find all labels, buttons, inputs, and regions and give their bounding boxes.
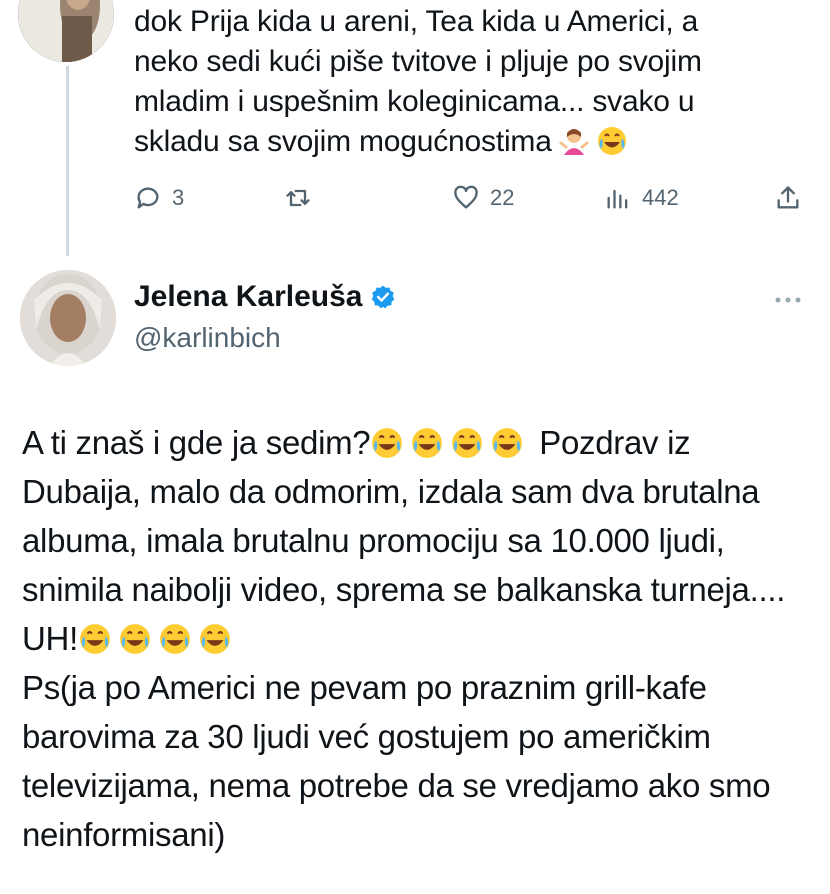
previous-tweet-avatar[interactable] <box>18 0 114 62</box>
person-shrugging-emoji <box>559 129 589 155</box>
previous-tweet-text: dok Prija kida u areni, Tea kida u Ameri… <box>134 2 794 162</box>
previous-tweet-line-text: skladu sa svojim mogućnostima <box>134 125 552 158</box>
tears-of-joy-emoji <box>452 428 483 458</box>
tears-of-joy-emoji <box>200 624 230 654</box>
avatar-image <box>18 0 114 62</box>
views-icon <box>607 189 628 209</box>
emoji-group <box>78 620 238 657</box>
avatar-image <box>20 270 116 366</box>
tears-of-joy-emoji <box>597 127 626 155</box>
tears-of-joy-emoji <box>412 428 443 458</box>
previous-tweet-actions: 3 22 442 <box>134 184 814 224</box>
views-button[interactable]: 442 <box>604 184 679 212</box>
more-options-button[interactable] <box>768 290 808 310</box>
reply-count: 3 <box>172 185 185 210</box>
tears-of-joy-emoji <box>492 428 523 458</box>
author-avatar[interactable] <box>20 270 116 366</box>
share-button[interactable] <box>774 184 802 212</box>
heart-icon <box>454 185 478 209</box>
like-count: 22 <box>490 185 515 210</box>
tears-of-joy-emoji <box>160 624 190 654</box>
previous-tweet-line: dok Prija kida u areni, Tea kida u Ameri… <box>134 5 699 38</box>
author-name[interactable]: Jelena Karleuša <box>134 280 362 314</box>
author-handle[interactable]: @karlinbich <box>134 322 281 354</box>
tears-of-joy-emoji <box>120 624 150 654</box>
emoji-group <box>370 424 530 461</box>
views-count: 442 <box>642 185 679 210</box>
previous-tweet-line: neko sedi kući piše tvitove i pljuje po … <box>134 45 702 78</box>
share-icon <box>777 186 799 209</box>
retweet-button[interactable] <box>284 184 322 212</box>
tears-of-joy-emoji <box>372 428 403 458</box>
previous-tweet-line: skladu sa svojim mogućnostima <box>134 122 794 162</box>
reply-button[interactable]: 3 <box>134 184 184 212</box>
tweet-text-segment: A ti znaš i gde ja sedim? <box>22 424 371 461</box>
more-icon <box>775 297 801 303</box>
tears-of-joy-emoji <box>80 624 110 654</box>
like-button[interactable]: 22 <box>452 184 514 212</box>
thread-connector-line <box>66 66 69 256</box>
previous-tweet-line: mladim i uspešnim koleginicama... svako … <box>134 85 695 118</box>
tweet-text-segment: Ps(ja po Americi ne pevam po praznim gri… <box>22 669 771 853</box>
verified-badge-icon <box>372 285 395 309</box>
tweet-text: A ti znaš i gde ja sedim? Pozdrav iz Dub… <box>22 418 812 859</box>
retweet-icon <box>286 189 310 207</box>
author-name-row: Jelena Karleuša <box>134 280 396 314</box>
reply-icon <box>137 187 159 209</box>
